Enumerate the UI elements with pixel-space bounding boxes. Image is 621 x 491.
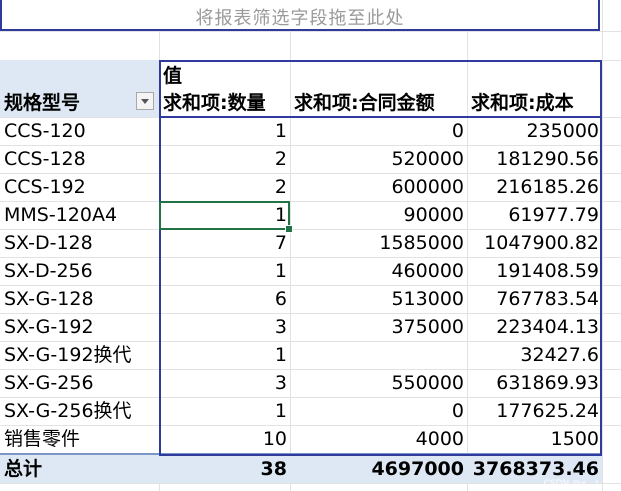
dropdown-arrow-icon: [141, 99, 149, 104]
qty-cell[interactable]: 2: [159, 145, 290, 173]
cost-cell[interactable]: 181290.56: [467, 145, 602, 173]
row-label[interactable]: SX-G-192换代: [4, 341, 132, 369]
cost-cell[interactable]: 32427.6: [467, 341, 602, 369]
total-amount[interactable]: 4697000: [290, 455, 467, 483]
amount-cell[interactable]: 90000: [290, 201, 467, 229]
total-label[interactable]: 总计: [4, 455, 42, 483]
qty-cell[interactable]: 7: [159, 229, 290, 257]
amount-cell[interactable]: 0: [290, 117, 467, 145]
column-header-cost[interactable]: 求和项:成本: [471, 89, 574, 117]
grid-line: [0, 483, 621, 484]
amount-cell[interactable]: 375000: [290, 313, 467, 341]
row-label[interactable]: MMS-120A4: [4, 201, 117, 229]
report-filter-dropzone[interactable]: 将报表筛选字段拖至此处: [0, 0, 600, 31]
row-filter-button[interactable]: [136, 92, 154, 110]
cost-cell[interactable]: 216185.26: [467, 173, 602, 201]
amount-cell[interactable]: 550000: [290, 369, 467, 397]
qty-cell[interactable]: 1: [159, 397, 290, 425]
column-header-qty[interactable]: 求和项:数量: [163, 89, 266, 117]
row-label[interactable]: SX-D-128: [4, 229, 93, 257]
amount-cell[interactable]: 460000: [290, 257, 467, 285]
row-label[interactable]: SX-D-256: [4, 257, 93, 285]
total-qty[interactable]: 38: [159, 455, 290, 483]
active-cell-selection: [159, 201, 290, 230]
row-label[interactable]: CCS-128: [4, 145, 86, 173]
qty-cell[interactable]: 1: [159, 257, 290, 285]
grid-line: [602, 0, 603, 491]
cost-cell[interactable]: 631869.93: [467, 369, 602, 397]
cost-cell[interactable]: 177625.24: [467, 397, 602, 425]
cost-cell[interactable]: 191408.59: [467, 257, 602, 285]
qty-cell[interactable]: 1: [159, 341, 290, 369]
amount-cell[interactable]: 1585000: [290, 229, 467, 257]
row-label[interactable]: SX-G-256换代: [4, 397, 132, 425]
row-label[interactable]: CCS-192: [4, 173, 86, 201]
amount-cell[interactable]: 600000: [290, 173, 467, 201]
qty-cell[interactable]: 2: [159, 173, 290, 201]
qty-cell[interactable]: 3: [159, 369, 290, 397]
dropzone-label: 将报表筛选字段拖至此处: [195, 8, 405, 29]
row-field-label[interactable]: 规格型号: [4, 90, 80, 116]
row-label[interactable]: SX-G-128: [4, 285, 94, 313]
row-label[interactable]: 销售零件: [4, 425, 80, 453]
cost-cell[interactable]: 61977.79: [467, 201, 602, 229]
cost-cell[interactable]: 767783.54: [467, 285, 602, 313]
amount-cell[interactable]: 4000: [290, 425, 467, 453]
row-label[interactable]: CCS-120: [4, 117, 86, 145]
qty-cell[interactable]: 10: [159, 425, 290, 453]
qty-cell[interactable]: 3: [159, 313, 290, 341]
amount-cell[interactable]: 520000: [290, 145, 467, 173]
cost-cell[interactable]: 1500: [467, 425, 602, 453]
cost-cell[interactable]: 1047900.82: [467, 229, 602, 257]
row-label[interactable]: SX-G-192: [4, 313, 94, 341]
cost-cell[interactable]: 235000: [467, 117, 602, 145]
row-label[interactable]: SX-G-256: [4, 369, 94, 397]
amount-cell[interactable]: [290, 341, 467, 369]
grid-line: [0, 31, 621, 32]
qty-cell[interactable]: 1: [159, 117, 290, 145]
amount-cell[interactable]: 513000: [290, 285, 467, 313]
values-caption: 值: [163, 65, 183, 87]
qty-cell[interactable]: 6: [159, 285, 290, 313]
spreadsheet: 将报表筛选字段拖至此处 值 规格型号 求和项:数量 求和项:合同金额 求和项:成…: [0, 0, 621, 491]
column-header-amount[interactable]: 求和项:合同金额: [294, 89, 435, 117]
cost-cell[interactable]: 223404.13: [467, 313, 602, 341]
watermark: CSDN @x…t: [543, 479, 599, 489]
fill-handle[interactable]: [285, 225, 293, 233]
amount-cell[interactable]: 0: [290, 397, 467, 425]
